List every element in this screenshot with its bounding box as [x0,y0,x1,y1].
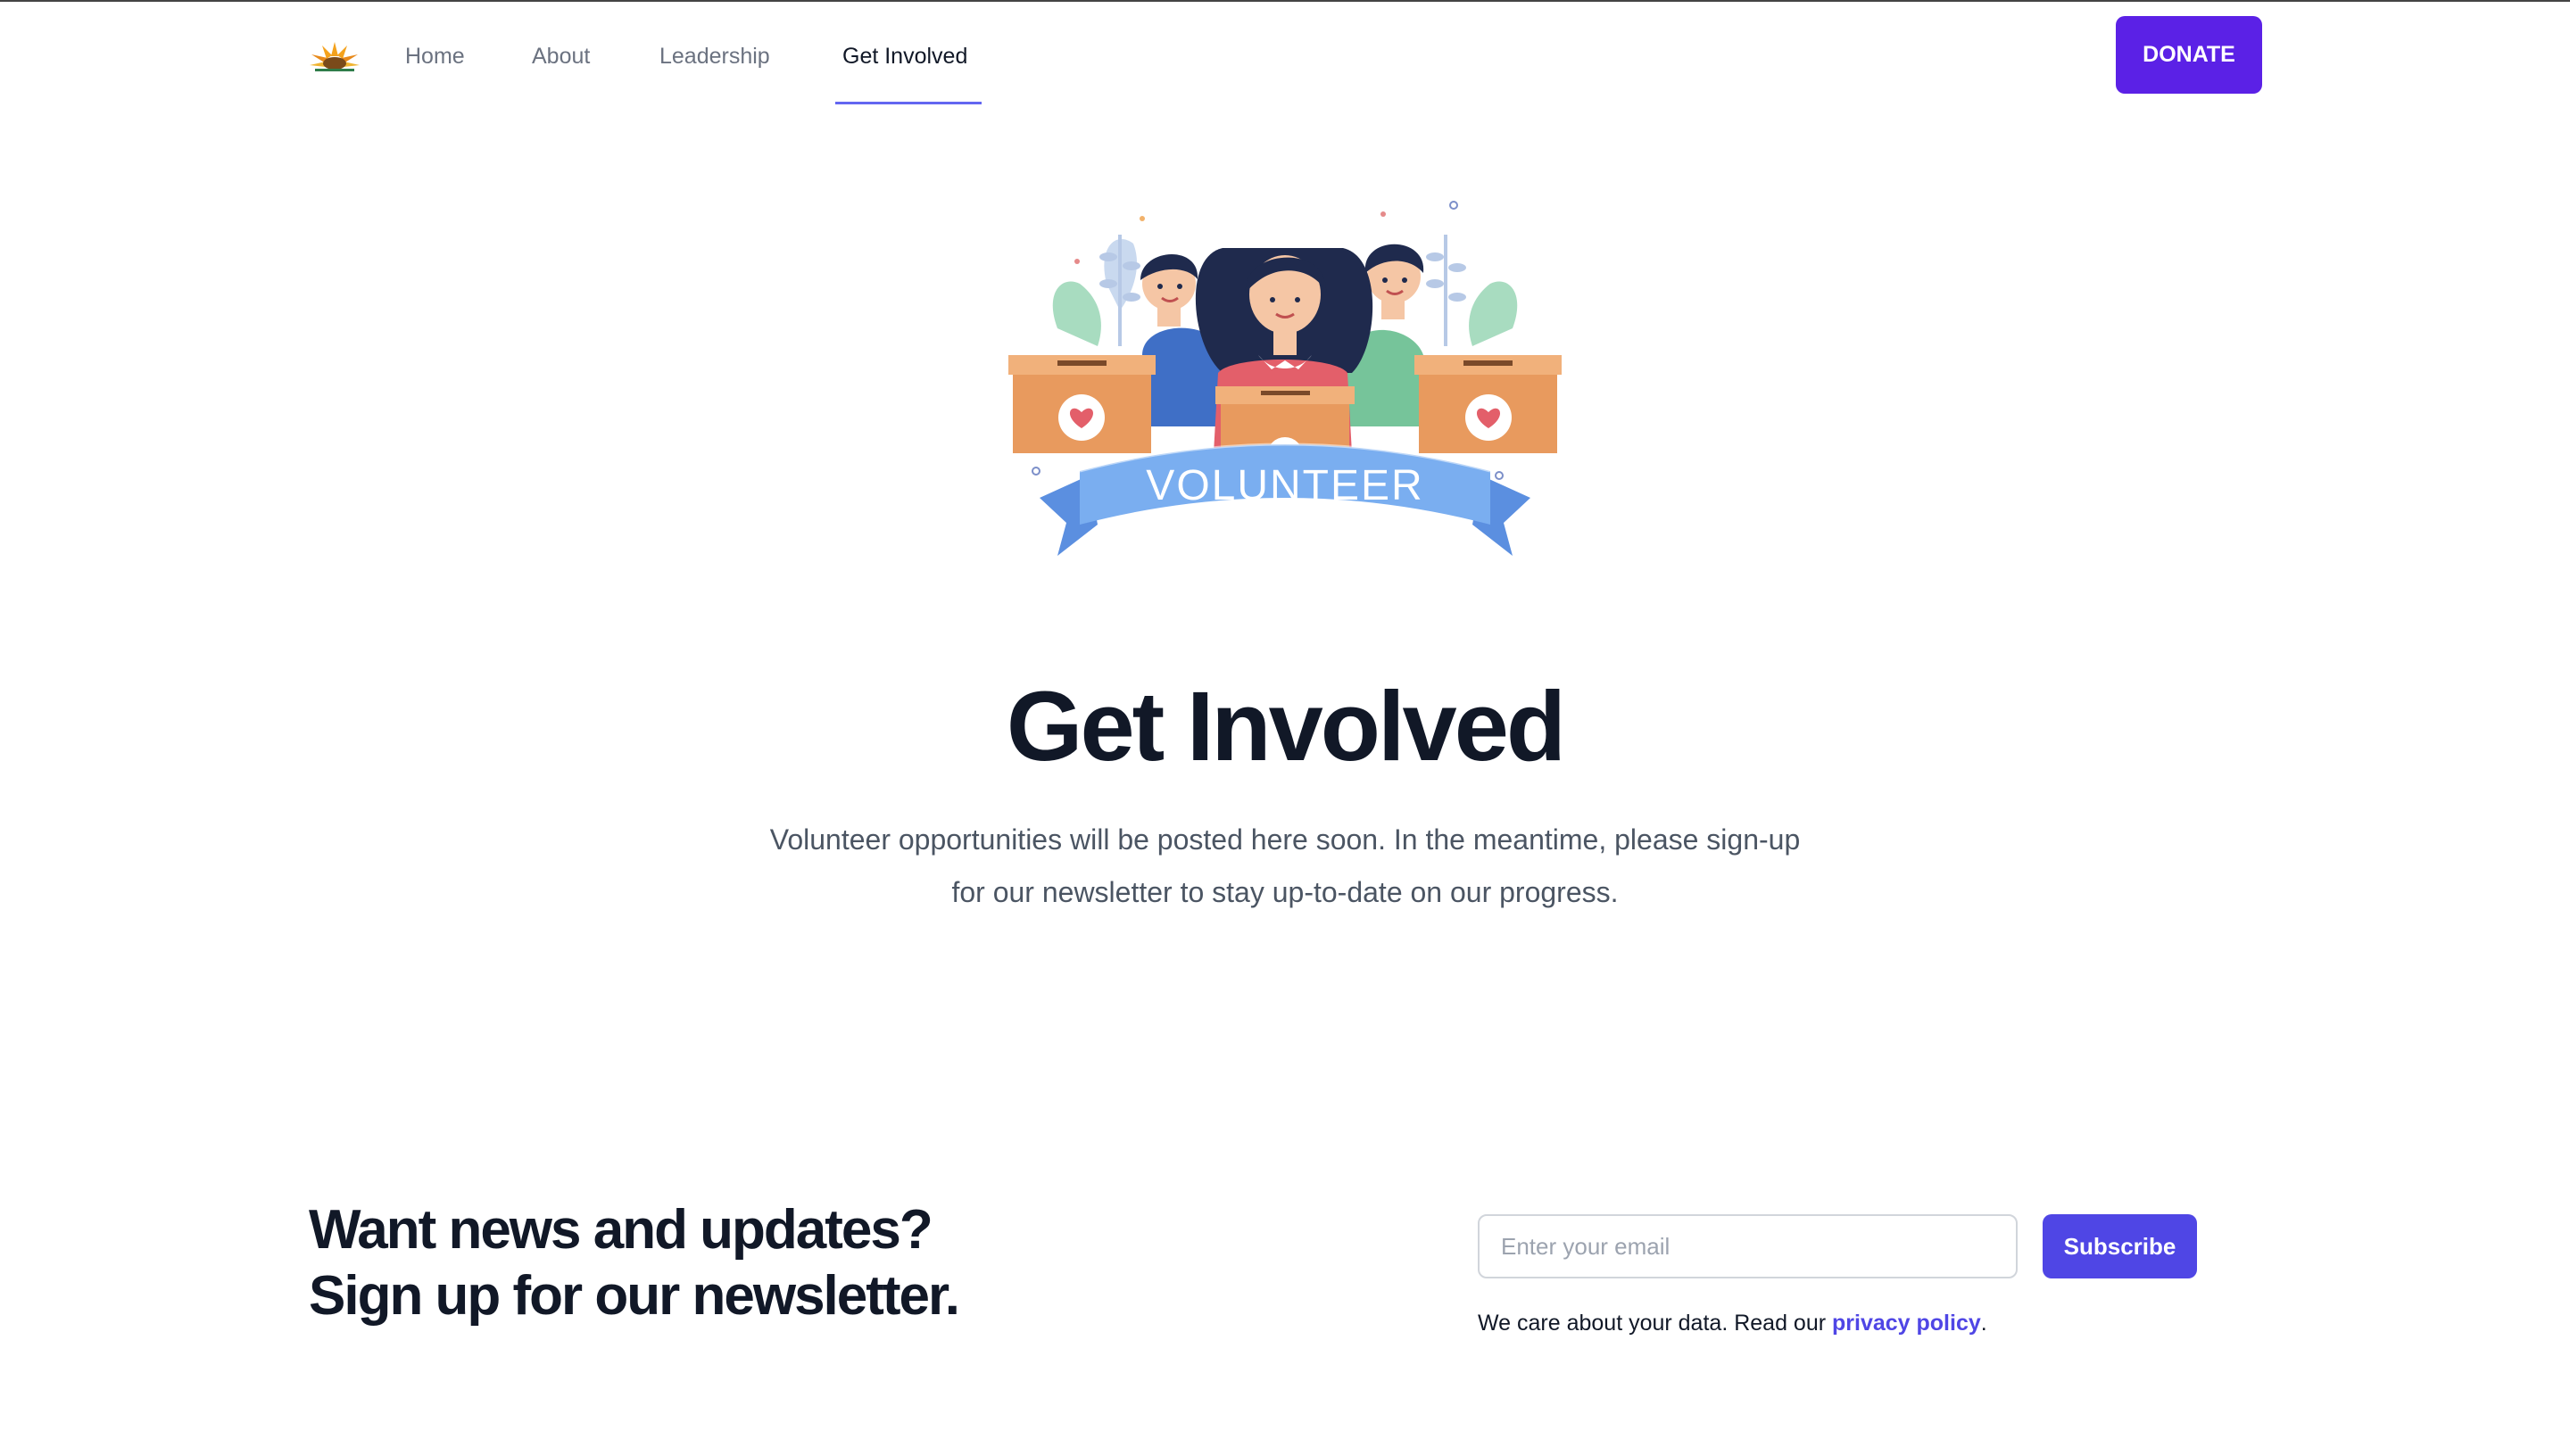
leaf-decoration-left-icon [1052,235,1140,346]
privacy-policy-link[interactable]: privacy policy [1832,1311,1981,1336]
main-nav: Home About Leadership Get Involved DONAT… [0,2,2570,105]
intro-line-1: Volunteer opportunities will be posted h… [769,823,1801,856]
subscribe-button[interactable]: Subscribe [2043,1214,2197,1278]
privacy-prefix: We care about your data. Read our [1478,1311,1832,1336]
newsletter-heading: Want news and updates? Sign up for our n… [309,1197,1112,1329]
leaf-decoration-right-icon [1426,235,1518,346]
nav-get-involved[interactable]: Get Involved [842,41,967,71]
sunflower-logo-icon[interactable] [309,39,361,73]
page-title: Get Involved [1006,672,1566,782]
donate-button[interactable]: DONATE [2116,16,2262,94]
intro-line-2: for our newsletter to stay up-to-date on… [951,876,1619,908]
banner-text: VOLUNTEER [1146,462,1423,509]
active-nav-indicator [835,102,982,104]
privacy-notice: We care about your data. Read our privac… [1478,1308,1987,1338]
volunteer-illustration: VOLUNTEER [1008,201,1562,556]
nav-home[interactable]: Home [405,41,465,71]
newsletter-heading-line-2: Sign up for our newsletter. [309,1265,960,1327]
donation-box-right-icon [1414,355,1562,453]
privacy-suffix: . [1980,1311,1987,1336]
email-input[interactable] [1478,1214,2018,1278]
nav-leadership[interactable]: Leadership [659,41,770,71]
nav-about[interactable]: About [532,41,590,71]
newsletter-heading-line-1: Want news and updates? [309,1199,933,1261]
volunteer-banner-ribbon: VOLUNTEER [1040,443,1530,556]
intro-text: Volunteer opportunities will be posted h… [750,814,1820,919]
donation-box-left-icon [1008,355,1156,453]
